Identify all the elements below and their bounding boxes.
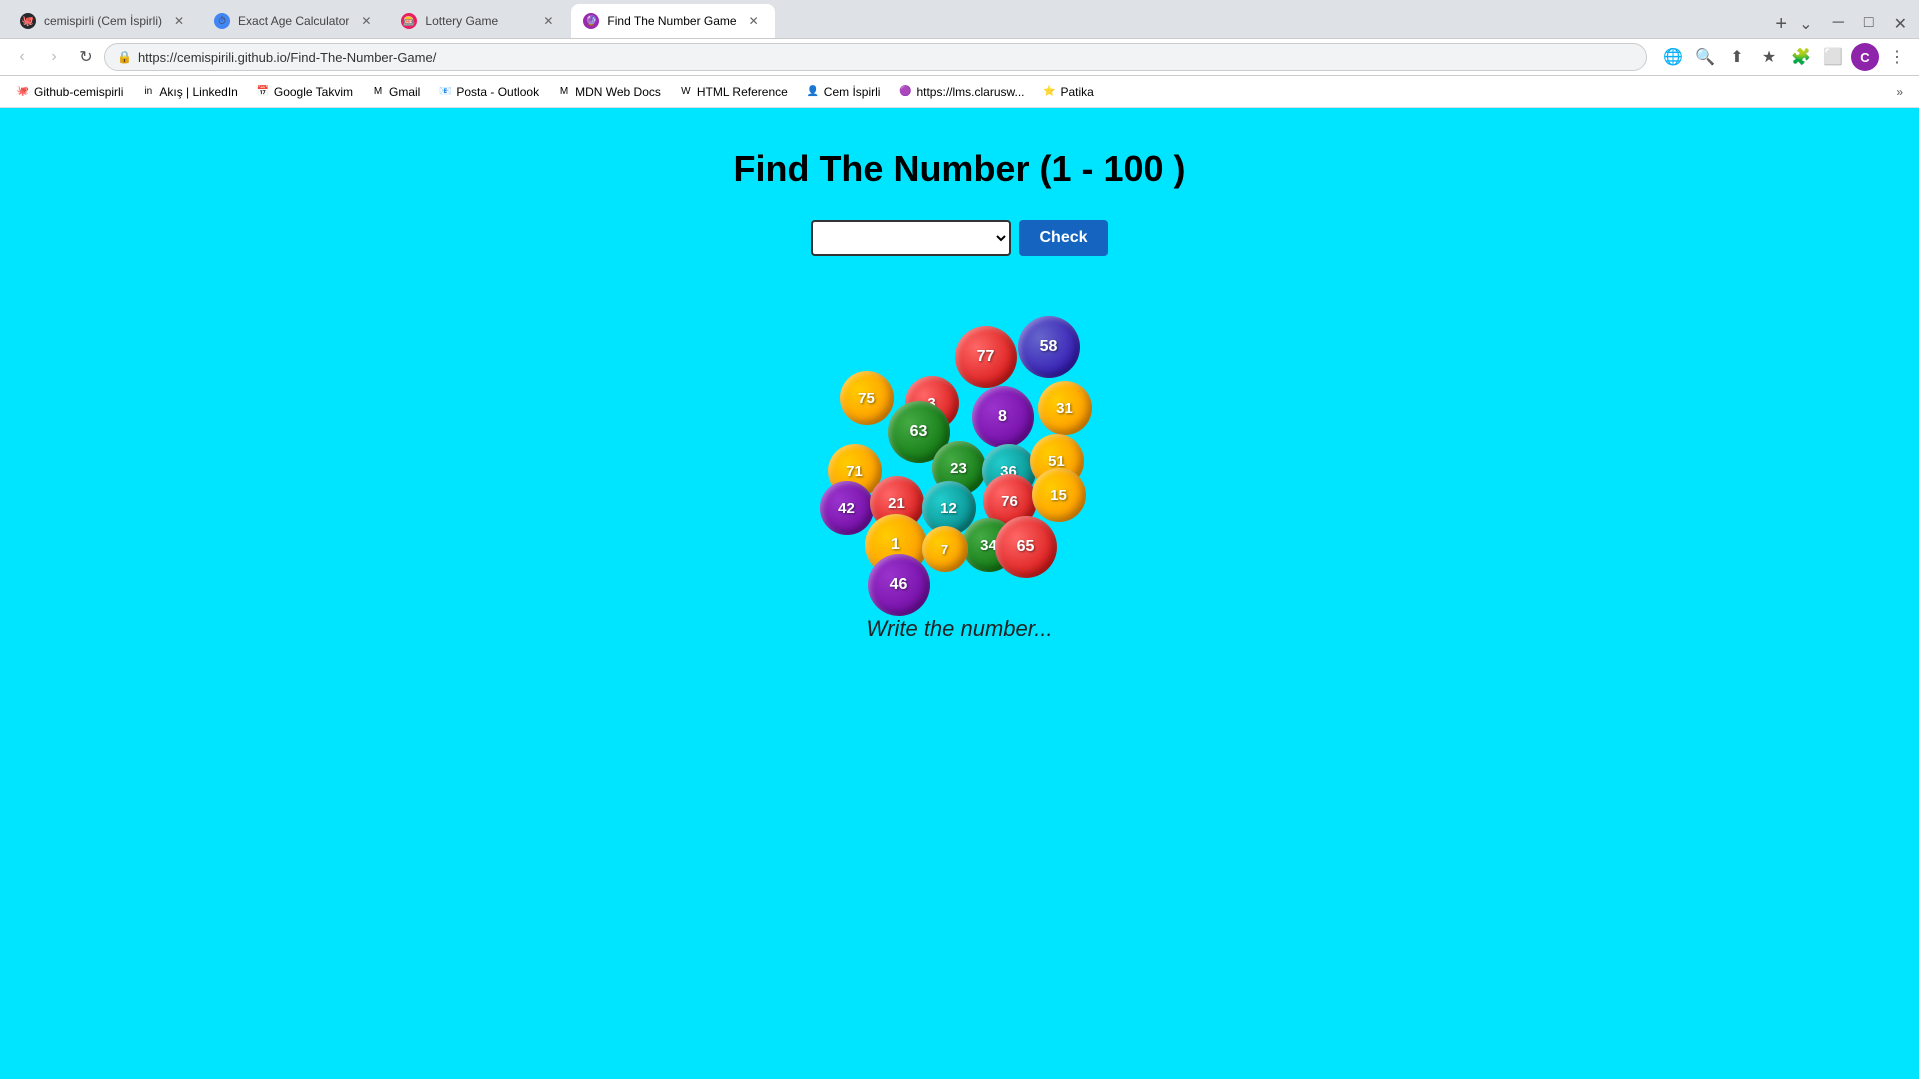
bookmark-item-bm-patika[interactable]: ⭐ Patika (1035, 81, 1102, 103)
lottery-ball-77[interactable]: 77 (955, 326, 1017, 388)
tab-close-button[interactable]: ✕ (745, 12, 763, 30)
lottery-ball-8[interactable]: 8 (972, 386, 1034, 448)
tab-label: cemispirli (Cem İspirli) (44, 14, 162, 28)
bookmark-favicon: in (141, 85, 155, 99)
omnibox-bar: ‹ › ↻ 🔒 https://cemispirili.github.io/Fi… (0, 38, 1919, 76)
lottery-ball-65[interactable]: 65 (995, 516, 1057, 578)
bookmark-item-bm-outlook[interactable]: 📧 Posta - Outlook (430, 81, 547, 103)
forward-button[interactable]: › (40, 43, 68, 71)
url-text: https://cemispirili.github.io/Find-The-N… (138, 50, 436, 65)
bookmarks-bar: 🐙 Github-cemispirli in Akış | LinkedIn 📅… (0, 76, 1919, 108)
page-content: Find The Number (1 - 100 ) Check 7758375… (0, 108, 1919, 1039)
tab-close-button[interactable]: ✕ (539, 12, 557, 30)
bookmark-label: HTML Reference (697, 85, 788, 99)
menu-button[interactable]: ⋮ (1883, 43, 1911, 71)
search-button[interactable]: 🔍 (1691, 43, 1719, 71)
bookmark-item-bm-mdn[interactable]: M MDN Web Docs (549, 81, 669, 103)
tab-close-button[interactable]: ✕ (357, 12, 375, 30)
lottery-ball-7[interactable]: 7 (922, 526, 968, 572)
new-tab-button[interactable]: + (1767, 10, 1795, 38)
browser-tab-tab-game[interactable]: 🔮 Find The Number Game ✕ (571, 4, 774, 38)
bookmark-favicon: 📅 (256, 85, 270, 99)
bookmark-label: MDN Web Docs (575, 85, 661, 99)
bookmarks-more-button[interactable]: » (1888, 81, 1911, 103)
check-button[interactable]: Check (1019, 220, 1107, 256)
lottery-ball-15[interactable]: 15 (1032, 468, 1086, 522)
bookmark-favicon: 🟣 (898, 85, 912, 99)
tab-favicon: ⏱ (214, 13, 230, 29)
tab-favicon: 🎰 (401, 13, 417, 29)
bookmark-item-bm-html[interactable]: W HTML Reference (671, 81, 796, 103)
lottery-ball-46[interactable]: 46 (868, 554, 930, 616)
bookmark-label: Github-cemispirli (34, 85, 123, 99)
tabs-bar: 🐙 cemispirli (Cem İspirli) ✕ ⏱ Exact Age… (0, 0, 1919, 38)
bookmark-favicon: M (371, 85, 385, 99)
window-controls: ⌄ ─ □ ✕ (1795, 10, 1911, 38)
bookmark-favicon: ⭐ (1043, 85, 1057, 99)
bookmark-item-bm-cem[interactable]: 👤 Cem İspirli (798, 81, 889, 103)
bookmark-favicon: 👤 (806, 85, 820, 99)
browser-tab-tab-age[interactable]: ⏱ Exact Age Calculator ✕ (202, 4, 387, 38)
security-icon: 🔒 (117, 50, 132, 64)
profile-button[interactable]: C (1851, 43, 1879, 71)
bookmark-label: Gmail (389, 85, 420, 99)
tab-list-button[interactable]: ⌄ (1795, 10, 1816, 38)
translate-button[interactable]: 🌐 (1659, 43, 1687, 71)
bookmark-button[interactable]: ★ (1755, 43, 1783, 71)
bookmark-label: Patika (1061, 85, 1094, 99)
game-prompt: Write the number... (866, 616, 1052, 642)
sidebar-toggle-button[interactable]: ⬜ (1819, 43, 1847, 71)
lottery-ball-31[interactable]: 31 (1038, 381, 1092, 435)
extensions-button[interactable]: 🧩 (1787, 43, 1815, 71)
tab-label: Lottery Game (425, 14, 531, 28)
balls-container: 77583756383171233651422112761513476546 (810, 296, 1110, 586)
game-title: Find The Number (1 - 100 ) (733, 148, 1185, 190)
address-bar[interactable]: 🔒 https://cemispirili.github.io/Find-The… (104, 43, 1647, 71)
bookmark-label: Posta - Outlook (456, 85, 539, 99)
share-button[interactable]: ⬆ (1723, 43, 1751, 71)
bookmark-label: Cem İspirli (824, 85, 881, 99)
back-button[interactable]: ‹ (8, 43, 36, 71)
lottery-ball-42[interactable]: 42 (820, 481, 874, 535)
bookmark-item-bm-gmail[interactable]: M Gmail (363, 81, 428, 103)
tab-favicon: 🔮 (583, 13, 599, 29)
tab-label: Find The Number Game (607, 14, 736, 28)
minimize-button[interactable]: ─ (1829, 10, 1848, 38)
number-select[interactable] (811, 220, 1011, 256)
tab-label: Exact Age Calculator (238, 14, 349, 28)
bookmark-item-bm-takvim[interactable]: 📅 Google Takvim (248, 81, 361, 103)
bookmark-item-bm-github[interactable]: 🐙 Github-cemispirli (8, 81, 131, 103)
bookmark-favicon: 📧 (438, 85, 452, 99)
refresh-button[interactable]: ↻ (72, 43, 100, 71)
bookmark-favicon: M (557, 85, 571, 99)
bookmark-favicon: W (679, 85, 693, 99)
bookmark-label: Google Takvim (274, 85, 353, 99)
browser-tab-tab-github[interactable]: 🐙 cemispirli (Cem İspirli) ✕ (8, 4, 200, 38)
tab-close-button[interactable]: ✕ (170, 12, 188, 30)
browser-chrome: 🐙 cemispirli (Cem İspirli) ✕ ⏱ Exact Age… (0, 0, 1919, 108)
game-controls: Check (811, 220, 1107, 256)
lottery-ball-58[interactable]: 58 (1018, 316, 1080, 378)
bookmark-item-bm-lms[interactable]: 🟣 https://lms.clarusw... (890, 81, 1032, 103)
tab-favicon: 🐙 (20, 13, 36, 29)
bookmark-item-bm-linkedin[interactable]: in Akış | LinkedIn (133, 81, 246, 103)
lottery-ball-75[interactable]: 75 (840, 371, 894, 425)
close-window-button[interactable]: ✕ (1890, 10, 1911, 38)
bookmark-favicon: 🐙 (16, 85, 30, 99)
toolbar-right: 🌐 🔍 ⬆ ★ 🧩 ⬜ C ⋮ (1659, 43, 1911, 71)
bookmark-label: Akış | LinkedIn (159, 85, 238, 99)
bookmark-label: https://lms.clarusw... (916, 85, 1024, 99)
browser-tab-tab-lottery[interactable]: 🎰 Lottery Game ✕ (389, 4, 569, 38)
maximize-button[interactable]: □ (1860, 10, 1878, 38)
